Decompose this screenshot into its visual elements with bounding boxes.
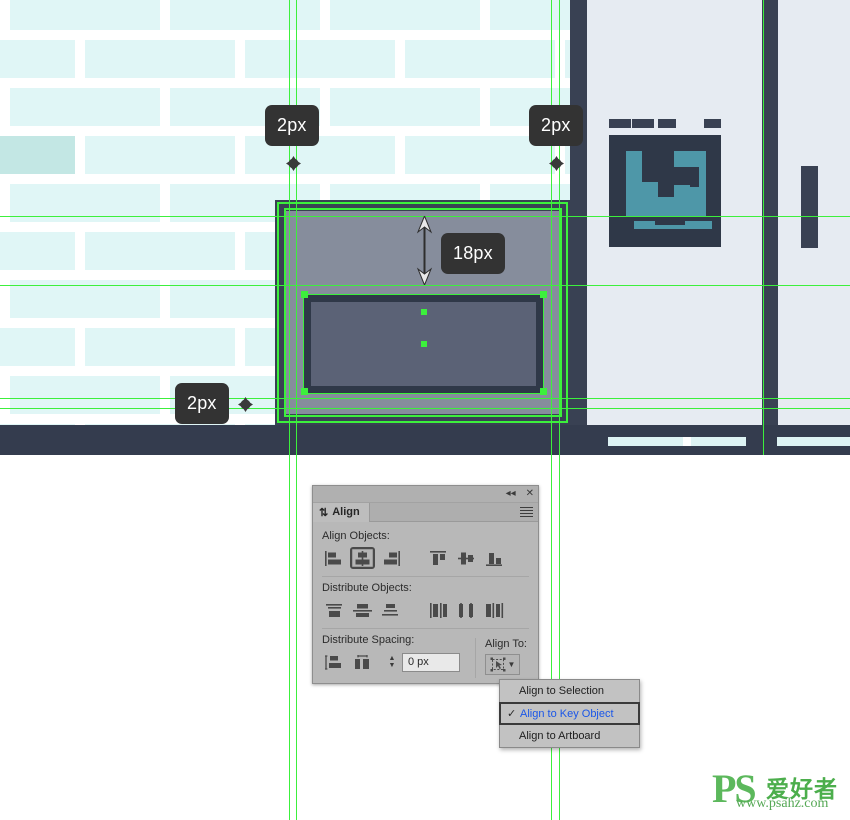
divider-2: [322, 628, 529, 629]
chevron-down-icon[interactable]: ▼: [508, 660, 516, 669]
tab-align[interactable]: ⇅ Align: [313, 502, 370, 522]
brick-tile: [330, 0, 480, 30]
vertical-align-bottom-button[interactable]: [482, 547, 507, 569]
collapse-icon[interactable]: ◂◂: [506, 488, 516, 500]
brick-tile: [0, 136, 75, 174]
watermark-url: www.psahz.com: [736, 796, 829, 811]
pixel-art-notch: [690, 167, 699, 187]
pixel-dash-3: [658, 119, 676, 128]
smart-guide-v5: [763, 0, 764, 455]
brick-tile: [330, 88, 480, 126]
watermark: PS 爱好者 www.psahz.com: [712, 766, 842, 811]
menu-label-2: Align to Artboard: [519, 730, 601, 742]
brick-tile: [10, 88, 160, 126]
anchor-point-upper[interactable]: [421, 309, 427, 315]
stepper-down-icon[interactable]: ▼: [389, 662, 396, 669]
vertical-align-top-button[interactable]: [426, 547, 451, 569]
brick-tile: [405, 40, 555, 78]
horizontal-distribute-center-button[interactable]: [454, 599, 479, 621]
align-objects-buttons[interactable]: [322, 546, 529, 570]
horizontal-distribute-left-button[interactable]: [426, 599, 451, 621]
panel-menu-icon[interactable]: [520, 507, 533, 519]
pixel-dash-2: [632, 119, 654, 128]
horizontal-distribute-spacing-button[interactable]: [350, 651, 375, 673]
measure-arrow-left: [286, 156, 301, 171]
brick-tile: [85, 232, 235, 270]
anchor-handle-bl[interactable]: [301, 388, 308, 395]
menu-label-1: Align to Key Object: [520, 707, 614, 720]
pixel-art-base-notch: [655, 221, 685, 225]
vertical-distribute-spacing-button[interactable]: [322, 651, 347, 673]
artwork-stripe-left: [570, 0, 587, 425]
align-tab-grip-icon: ⇅: [319, 506, 329, 519]
measure-arrow-bottom: [238, 397, 253, 412]
horizontal-distribute-right-button[interactable]: [482, 599, 507, 621]
brick-tile: [85, 40, 235, 78]
horizontal-align-left-button[interactable]: [322, 547, 347, 569]
distribute-objects-buttons[interactable]: [322, 598, 529, 622]
spacing-value-field[interactable]: 0 px: [402, 652, 460, 672]
vertical-distribute-center-button[interactable]: [350, 599, 375, 621]
horizontal-align-right-button[interactable]: [378, 547, 403, 569]
brick-tile: [85, 328, 235, 366]
measure-arrow-right: [549, 156, 564, 171]
panel-titlebar[interactable]: ◂◂ ✕: [313, 486, 538, 503]
brick-tile: [10, 0, 160, 30]
pixel-art-bar-3: [658, 197, 674, 217]
panel-vertical-divider: [475, 638, 476, 678]
spacing-stepper[interactable]: ▲ ▼: [384, 652, 400, 672]
pixel-art-bar-4: [674, 185, 690, 217]
menu-item-align-to-selection[interactable]: Align to Selection: [500, 680, 639, 702]
align-to-key-object-icon: [490, 657, 506, 672]
distribute-objects-label: Distribute Objects:: [322, 582, 412, 594]
brick-tile: [170, 0, 320, 30]
align-panel[interactable]: ◂◂ ✕ ⇅ Align Align Objects: Distribute O…: [312, 485, 539, 684]
brick-tile: [85, 136, 235, 174]
align-to-dropdown-button[interactable]: ▼: [485, 654, 520, 675]
artwork-stripe-mid: [762, 0, 778, 425]
anchor-handle-tr[interactable]: [540, 291, 547, 298]
anchor-point-center[interactable]: [421, 341, 427, 347]
vertical-distribute-top-button[interactable]: [322, 599, 347, 621]
horizontal-align-center-button[interactable]: [350, 547, 375, 569]
menu-item-align-to-key-object[interactable]: ✓ Align to Key Object: [499, 702, 640, 725]
pixel-dash-1: [609, 119, 631, 128]
brick-tile: [0, 40, 75, 78]
anchor-handle-br[interactable]: [540, 388, 547, 395]
check-icon: ✓: [507, 708, 517, 720]
align-to-dropdown-menu[interactable]: Align to Selection ✓ Align to Key Object…: [499, 679, 640, 748]
band-bar-1: [608, 437, 746, 446]
menu-label-0: Align to Selection: [519, 685, 604, 697]
stepper-up-icon[interactable]: ▲: [389, 655, 396, 662]
measure-arrow-vertical: [416, 216, 433, 285]
menu-item-align-to-artboard[interactable]: Align to Artboard: [500, 725, 639, 747]
align-to-label: Align To:: [485, 638, 527, 650]
vertical-distribute-bottom-button[interactable]: [378, 599, 403, 621]
band-bar-3: [683, 437, 691, 446]
measure-badge-top: 18px: [441, 233, 505, 274]
pixel-art-bar-6: [674, 151, 690, 167]
panel-title: Align: [332, 506, 360, 518]
measure-badge-bottom: 2px: [175, 383, 229, 424]
close-icon[interactable]: ✕: [526, 488, 534, 500]
measure-badge-left: 2px: [265, 105, 319, 146]
brick-tile: [0, 328, 75, 366]
pixel-art-bar-2: [642, 182, 658, 217]
measure-badge-right: 2px: [529, 105, 583, 146]
vertical-align-center-button[interactable]: [454, 547, 479, 569]
band-bar-2: [777, 437, 850, 446]
brick-tile: [490, 0, 570, 30]
brick-tile: [245, 40, 395, 78]
pixel-dash-4: [704, 119, 721, 128]
divider-1: [322, 576, 529, 577]
panel-tab-row[interactable]: ⇅ Align: [313, 502, 538, 522]
artwork-stripe-right: [801, 166, 818, 248]
align-to-group[interactable]: Align To: ▼: [485, 638, 527, 675]
align-objects-label: Align Objects:: [322, 530, 390, 542]
pixel-art-bar-1: [626, 151, 642, 217]
anchor-handle-tl[interactable]: [301, 291, 308, 298]
brick-tile: [0, 232, 75, 270]
